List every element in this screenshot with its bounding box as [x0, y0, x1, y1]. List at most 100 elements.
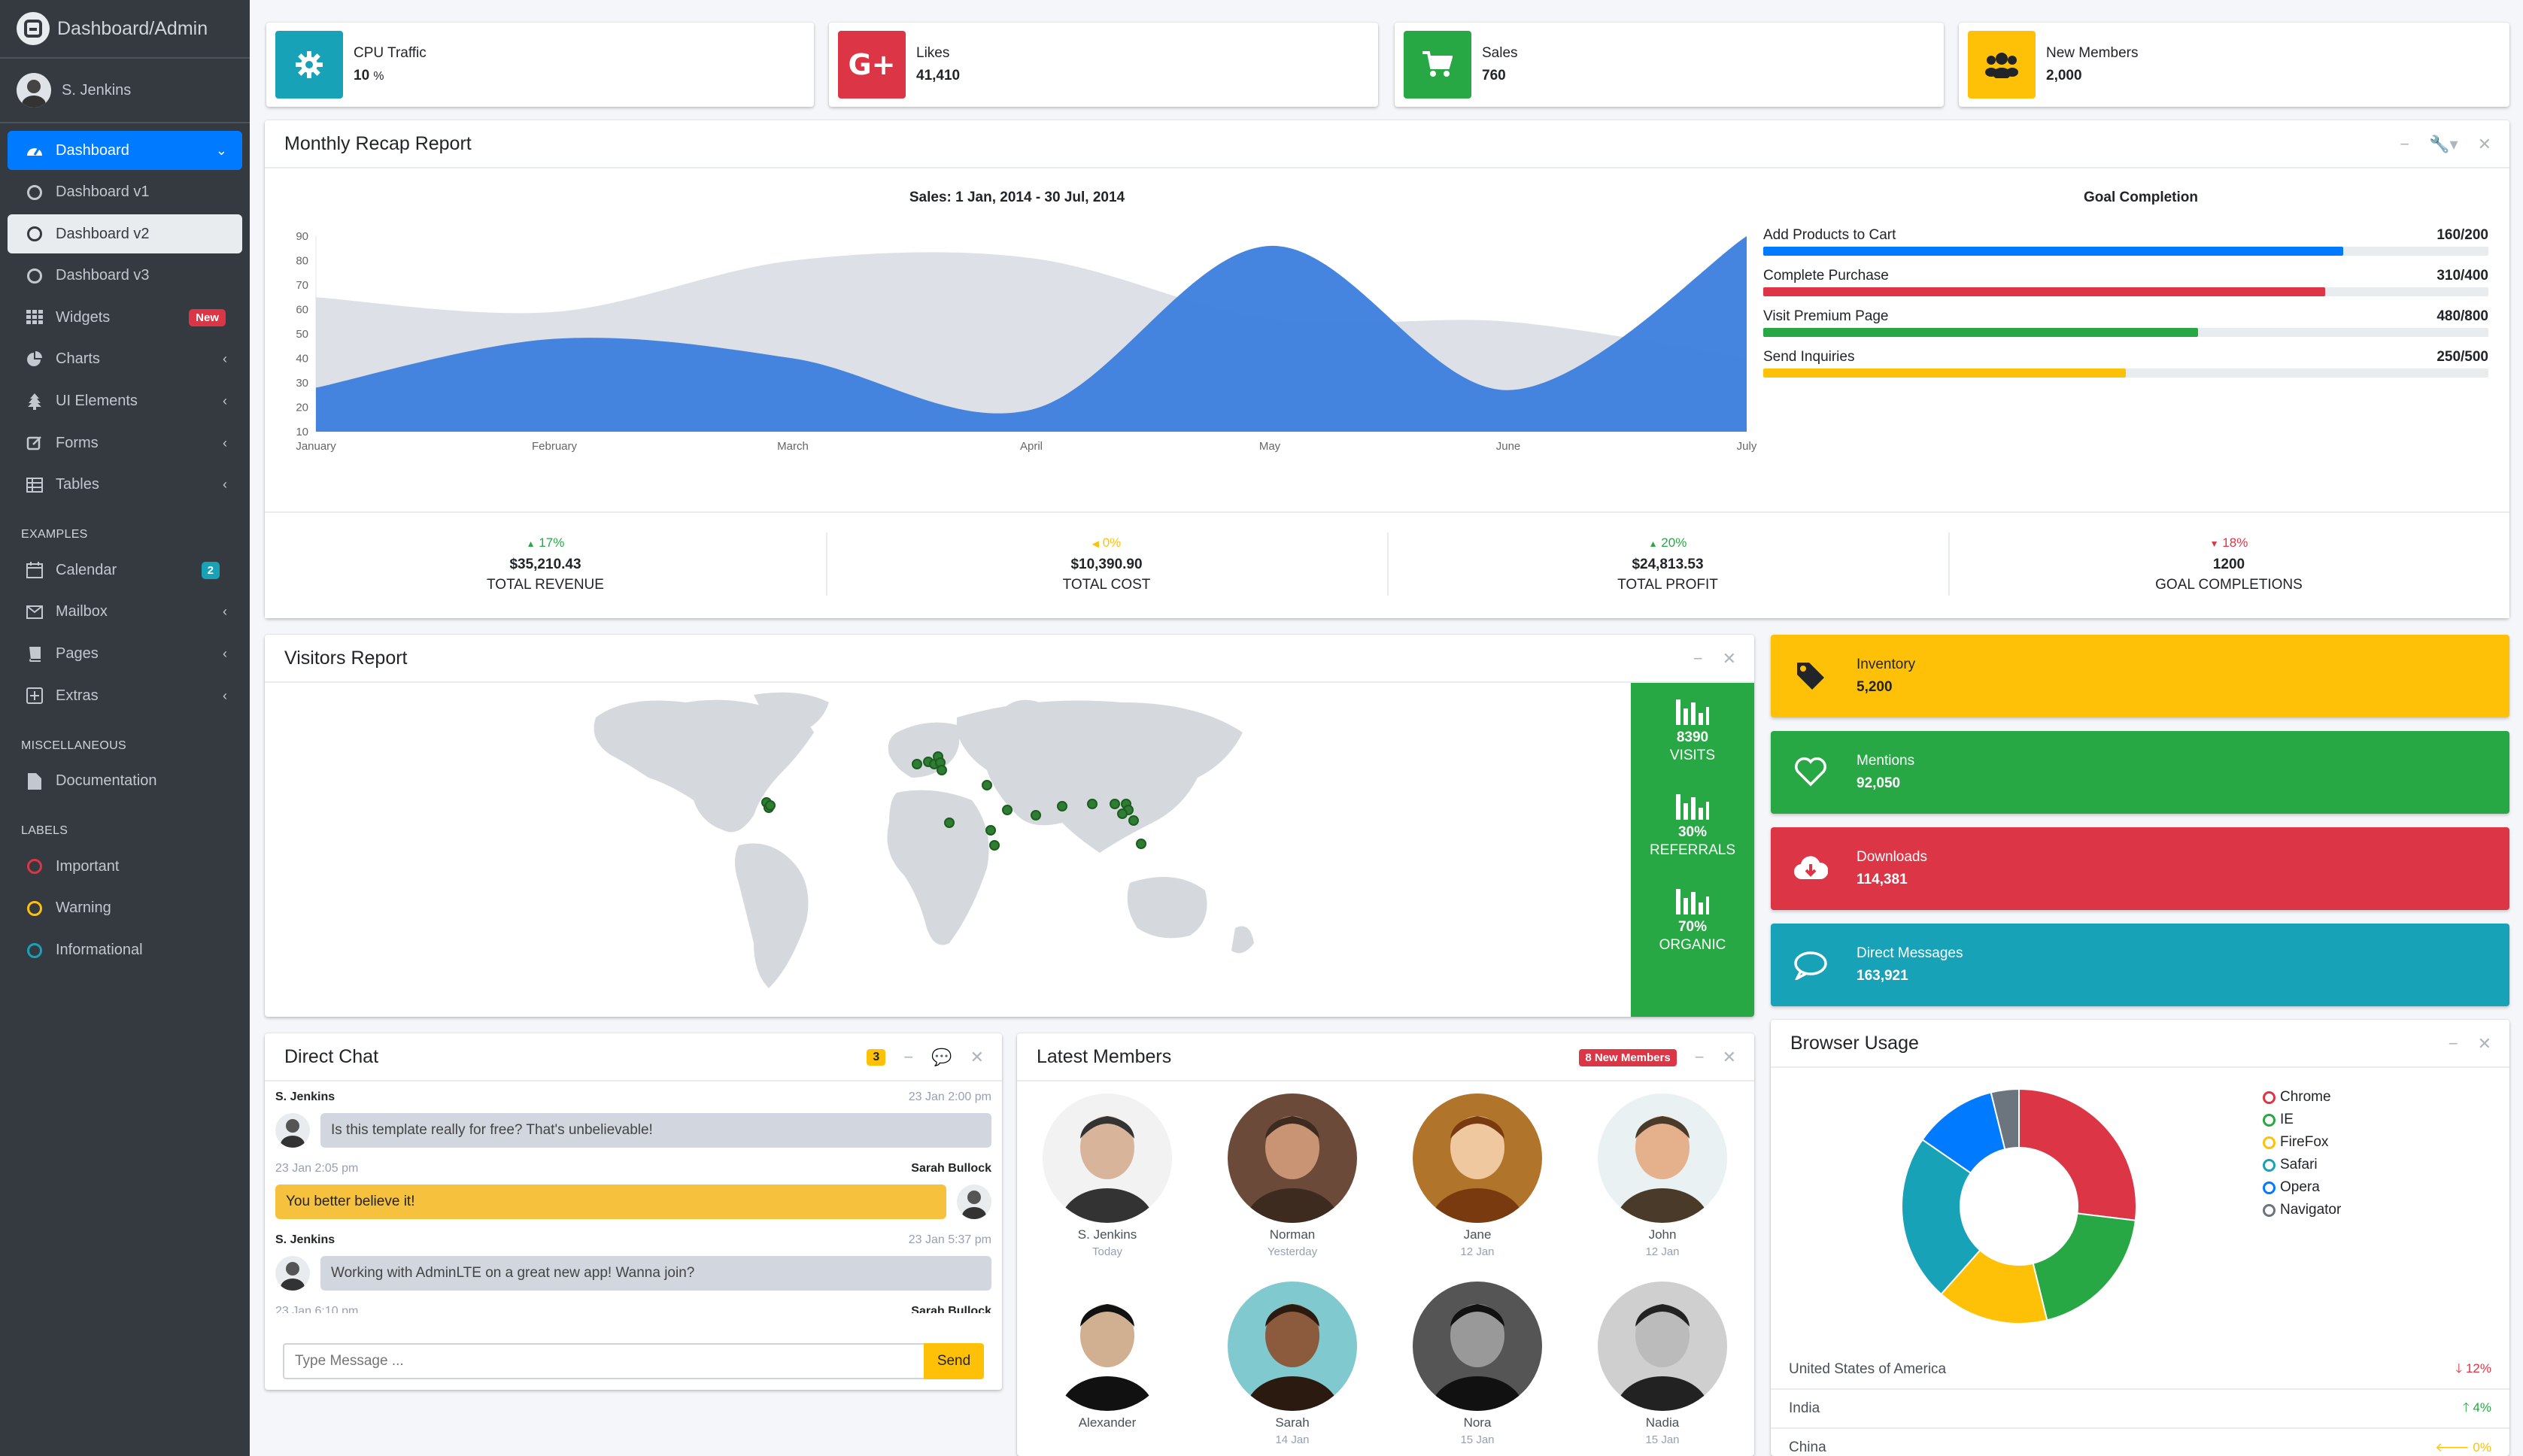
sidebar-item-mailbox[interactable]: Mailbox ‹ — [8, 593, 242, 632]
sidebar-item-forms[interactable]: Forms ‹ — [8, 423, 242, 463]
stat-value: 1200 — [2212, 557, 2245, 572]
gear-icon — [275, 31, 343, 99]
member-name[interactable]: Jane — [1402, 1227, 1553, 1242]
cloud-download-icon — [1793, 855, 1828, 882]
member-item[interactable]: Jane 12 Jan — [1402, 1094, 1553, 1258]
legend-label: Safari — [2280, 1157, 2318, 1172]
sidebar-item-dashboard-v2[interactable]: Dashboard v2 — [8, 214, 242, 254]
wrench-icon[interactable]: 🔧▾ — [2429, 135, 2458, 154]
close-icon[interactable]: ✕ — [2478, 1034, 2491, 1054]
sidebar-item-pages[interactable]: Pages ‹ — [8, 635, 242, 674]
minus-icon[interactable]: − — [2449, 1034, 2458, 1054]
browser-legend: Chrome IE FireFox Safari Opera Navigator — [2263, 1086, 2341, 1221]
sidebar-item-informational[interactable]: Informational — [8, 931, 242, 970]
close-icon[interactable]: ✕ — [1723, 1048, 1736, 1067]
minus-icon[interactable]: − — [1695, 1048, 1705, 1067]
chat-sender: S. Jenkins — [275, 1233, 335, 1246]
card-title: Direct Chat — [284, 1045, 379, 1067]
google-plus-icon: G+ — [838, 31, 906, 99]
info-box-direct-messages: Direct Messages 163,921 — [1771, 924, 2509, 1006]
member-date: 12 Jan — [1460, 1245, 1495, 1258]
calendar-icon — [24, 562, 45, 579]
member-item[interactable]: Alexander — [1032, 1282, 1183, 1433]
sidebar-item-warning[interactable]: Warning — [8, 889, 242, 928]
member-name[interactable]: S. Jenkins — [1032, 1227, 1183, 1242]
circle-icon — [2263, 1136, 2276, 1149]
member-name[interactable]: Alexander — [1032, 1415, 1183, 1430]
member-item[interactable]: Sarah 14 Jan — [1217, 1282, 1368, 1446]
member-avatar — [1598, 1282, 1727, 1411]
sidebar-item-important[interactable]: Important — [8, 847, 242, 886]
send-button[interactable]: Send — [924, 1343, 984, 1379]
circle-icon — [24, 942, 45, 958]
y-tick-label: 30 — [296, 377, 308, 390]
message-input[interactable] — [283, 1343, 924, 1379]
country-row[interactable]: United States of America 🡓 12% — [1771, 1351, 2509, 1390]
country-row[interactable]: India 🡑 4% — [1771, 1390, 2509, 1429]
member-name[interactable]: Nadia — [1587, 1415, 1738, 1430]
minus-icon[interactable]: − — [1693, 649, 1703, 669]
country-row[interactable]: China 🡐 0% — [1771, 1429, 2509, 1456]
donut-slice-ie[interactable] — [2032, 1212, 2136, 1321]
caret-down-icon: ▼ — [2209, 538, 2219, 549]
goal-progress-bar — [1763, 328, 2488, 337]
close-icon[interactable]: ✕ — [2478, 135, 2491, 154]
y-tick-label: 70 — [296, 279, 308, 292]
sidebar-item-ui-elements[interactable]: UI Elements ‹ — [8, 382, 242, 421]
member-name[interactable]: Norman — [1217, 1227, 1368, 1242]
member-item[interactable]: Nadia 15 Jan — [1587, 1282, 1738, 1446]
user-panel[interactable]: S. Jenkins — [0, 59, 250, 123]
sidebar-item-label: Charts — [56, 350, 100, 368]
sidebar-item-extras[interactable]: Extras ‹ — [8, 676, 242, 715]
legend-item: Navigator — [2263, 1199, 2341, 1221]
sidebar-item-label: Dashboard v1 — [56, 184, 150, 201]
visitor-stat: 70% ORGANIC — [1631, 887, 1754, 954]
x-tick-label: March — [777, 440, 809, 453]
sidebar-item-charts[interactable]: Charts ‹ — [8, 340, 242, 379]
member-date: 15 Jan — [1645, 1433, 1680, 1446]
member-name[interactable]: John — [1587, 1227, 1738, 1242]
percent-change: 0% — [1102, 535, 1122, 550]
member-name[interactable]: Nora — [1402, 1415, 1553, 1430]
member-item[interactable]: S. Jenkins Today — [1032, 1094, 1183, 1258]
minus-icon[interactable]: − — [903, 1048, 913, 1067]
chat-sender: S. Jenkins — [275, 1090, 335, 1103]
minus-icon[interactable]: − — [2400, 135, 2409, 154]
sidebar-item-calendar[interactable]: Calendar 2 — [8, 551, 242, 590]
member-item[interactable]: Norman Yesterday — [1217, 1094, 1368, 1258]
brand-link[interactable]: Dashboard/Admin — [0, 0, 250, 59]
member-name[interactable]: Sarah — [1217, 1415, 1368, 1430]
goal-value: 250/500 — [2436, 349, 2488, 365]
goal-progress-group: Add Products to Cart 160/200 — [1763, 227, 2488, 268]
card-header: Visitors Report − ✕ — [265, 635, 1754, 683]
info-box-label: Inventory — [1857, 657, 1916, 672]
info-box-label: Mentions — [1857, 753, 1915, 769]
info-box-inventory: Inventory 5,200 — [1771, 635, 2509, 717]
sidebar-item-dashboard-v3[interactable]: Dashboard v3 — [8, 256, 242, 296]
user-avatar — [17, 73, 51, 108]
sidebar-item-documentation[interactable]: Documentation — [8, 762, 242, 801]
visitor-stat-label: ORGANIC — [1659, 937, 1726, 953]
comments-icon[interactable]: 💬 — [931, 1048, 952, 1067]
sidebar-item-dashboard-v1[interactable]: Dashboard v1 — [8, 173, 242, 212]
sidebar-item-dashboard[interactable]: Dashboard ⌄ — [8, 131, 242, 170]
percent-change: 17% — [539, 535, 565, 550]
sidebar-item-tables[interactable]: Tables ‹ — [8, 466, 242, 505]
info-box-label: New Members — [2046, 45, 2139, 61]
close-icon[interactable]: ✕ — [970, 1048, 984, 1067]
chevron-left-icon: ‹ — [223, 351, 227, 367]
info-box-label: CPU Traffic — [354, 44, 427, 61]
sidebar-item-label: Dashboard v2 — [56, 225, 150, 242]
sidebar-item-widgets[interactable]: Widgets New — [8, 298, 242, 337]
visitor-stat-value: 70% — [1677, 919, 1708, 935]
chat-messages[interactable]: S. Jenkins 23 Jan 2:00 pm Is this template… — [265, 1083, 1002, 1313]
tag-icon — [1793, 661, 1828, 691]
member-avatar — [1228, 1094, 1357, 1223]
member-item[interactable]: John 12 Jan — [1587, 1094, 1738, 1258]
y-tick-label: 20 — [296, 402, 308, 414]
divider — [1387, 532, 1389, 596]
caret-up-icon: ▲ — [526, 538, 536, 549]
close-icon[interactable]: ✕ — [1723, 649, 1736, 669]
member-item[interactable]: Nora 15 Jan — [1402, 1282, 1553, 1446]
donut-slice-chrome[interactable] — [2018, 1087, 2137, 1221]
